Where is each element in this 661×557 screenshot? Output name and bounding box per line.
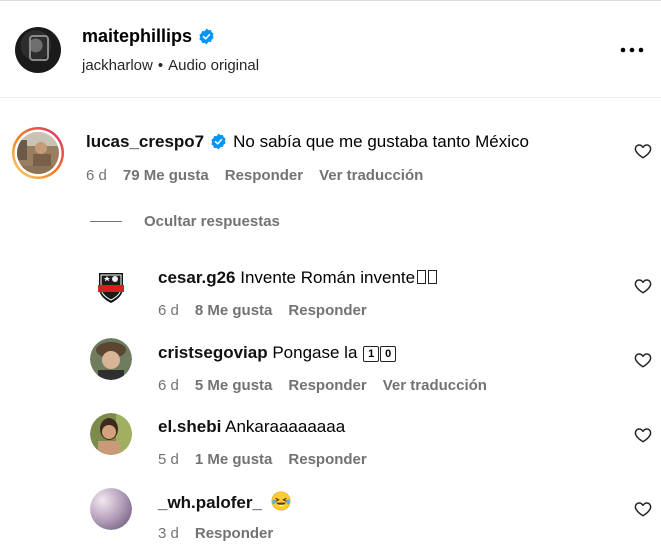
reply-avatar[interactable] <box>90 264 132 306</box>
reply-username[interactable]: cristsegoviap <box>158 343 268 362</box>
reply-avatar[interactable] <box>90 488 132 530</box>
author-avatar[interactable] <box>15 27 61 73</box>
reply-meta: 6 d 8 Me gusta Responder <box>158 302 383 319</box>
comment-likes[interactable]: 79 Me gusta <box>123 167 209 184</box>
comment-body: No sabía que me gustaba tanto México <box>233 132 529 151</box>
heart-outline-icon[interactable] <box>634 277 652 295</box>
comment-text-row: lucas_crespo7 No sabía que me gustaba ta… <box>86 132 529 152</box>
reply-username[interactable]: el.shebi <box>158 417 221 436</box>
author-username[interactable]: maitephillips <box>82 26 192 46</box>
heart-outline-icon[interactable] <box>634 351 652 369</box>
comment-meta: 6 d 79 Me gusta Responder Ver traducción <box>86 167 439 184</box>
translate-button[interactable]: Ver traducción <box>319 167 423 184</box>
post-header: maitephillips jackharlow • Audio original <box>0 0 661 98</box>
heart-outline-icon[interactable] <box>634 500 652 518</box>
audio-label[interactable]: Audio original <box>168 57 259 74</box>
verified-badge-icon <box>199 28 214 45</box>
reply-text-row: cristsegoviap Pongase la 10 <box>158 343 397 363</box>
reply-body: Ankaraaaaaaaa <box>225 417 346 436</box>
audio-info: jackharlow • Audio original <box>82 57 259 74</box>
author-username-row: maitephillips <box>82 26 215 47</box>
reply-button[interactable]: Responder <box>288 451 366 468</box>
reply-meta: 6 d 5 Me gusta Responder Ver traducción <box>158 377 503 394</box>
reply-button[interactable]: Responder <box>288 377 366 394</box>
reply-time: 6 d <box>158 377 179 394</box>
unrendered-glyph <box>428 270 438 284</box>
reply-button[interactable]: Responder <box>225 167 303 184</box>
hide-replies-toggle[interactable]: Ocultar respuestas <box>90 213 280 230</box>
translate-button[interactable]: Ver traducción <box>383 377 487 394</box>
reply-likes[interactable]: 5 Me gusta <box>195 377 273 394</box>
reply-meta: 5 d 1 Me gusta Responder <box>158 451 383 468</box>
hide-replies-line <box>90 221 122 222</box>
reply-username[interactable]: cesar.g26 <box>158 268 236 287</box>
reply-meta: 3 d Responder <box>158 525 289 542</box>
reply-body: Pongase la <box>272 343 358 362</box>
reply-body: Invente Román invente <box>240 268 416 287</box>
reply-time: 3 d <box>158 525 179 542</box>
comment-username[interactable]: lucas_crespo7 <box>86 132 204 151</box>
reply-time: 6 d <box>158 302 179 319</box>
commenter-avatar-story[interactable] <box>11 126 65 180</box>
unrendered-glyph <box>417 270 427 284</box>
reply-avatar[interactable] <box>90 338 132 380</box>
comment-time: 6 d <box>86 167 107 184</box>
heart-outline-icon[interactable] <box>634 142 652 160</box>
reel-comments-panel: maitephillips jackharlow • Audio original <box>0 0 661 557</box>
more-horizontal-icon <box>620 47 644 53</box>
reply-likes[interactable]: 8 Me gusta <box>195 302 273 319</box>
reply-text-row: el.shebi Ankaraaaaaaaa <box>158 417 345 437</box>
reply-avatar[interactable] <box>90 413 132 455</box>
heart-outline-icon[interactable] <box>634 426 652 444</box>
keycap-0: 0 <box>380 346 397 362</box>
keycap-1: 1 <box>363 346 380 362</box>
reply-time: 5 d <box>158 451 179 468</box>
reply-text-row: _wh.palofer_ <box>158 491 291 513</box>
audio-separator: • <box>157 57 164 74</box>
reply-likes[interactable]: 1 Me gusta <box>195 451 273 468</box>
reply-button[interactable]: Responder <box>195 525 273 542</box>
more-options-button[interactable] <box>619 37 645 63</box>
audio-artist[interactable]: jackharlow <box>82 57 153 74</box>
verified-badge-icon <box>211 133 226 150</box>
reply-text-row: cesar.g26 Invente Román invente <box>158 268 438 288</box>
reply-button[interactable]: Responder <box>288 302 366 319</box>
hide-replies-label: Ocultar respuestas <box>144 213 280 230</box>
laughing-tears-emoji-icon <box>271 491 291 511</box>
reply-username[interactable]: _wh.palofer_ <box>158 493 262 512</box>
